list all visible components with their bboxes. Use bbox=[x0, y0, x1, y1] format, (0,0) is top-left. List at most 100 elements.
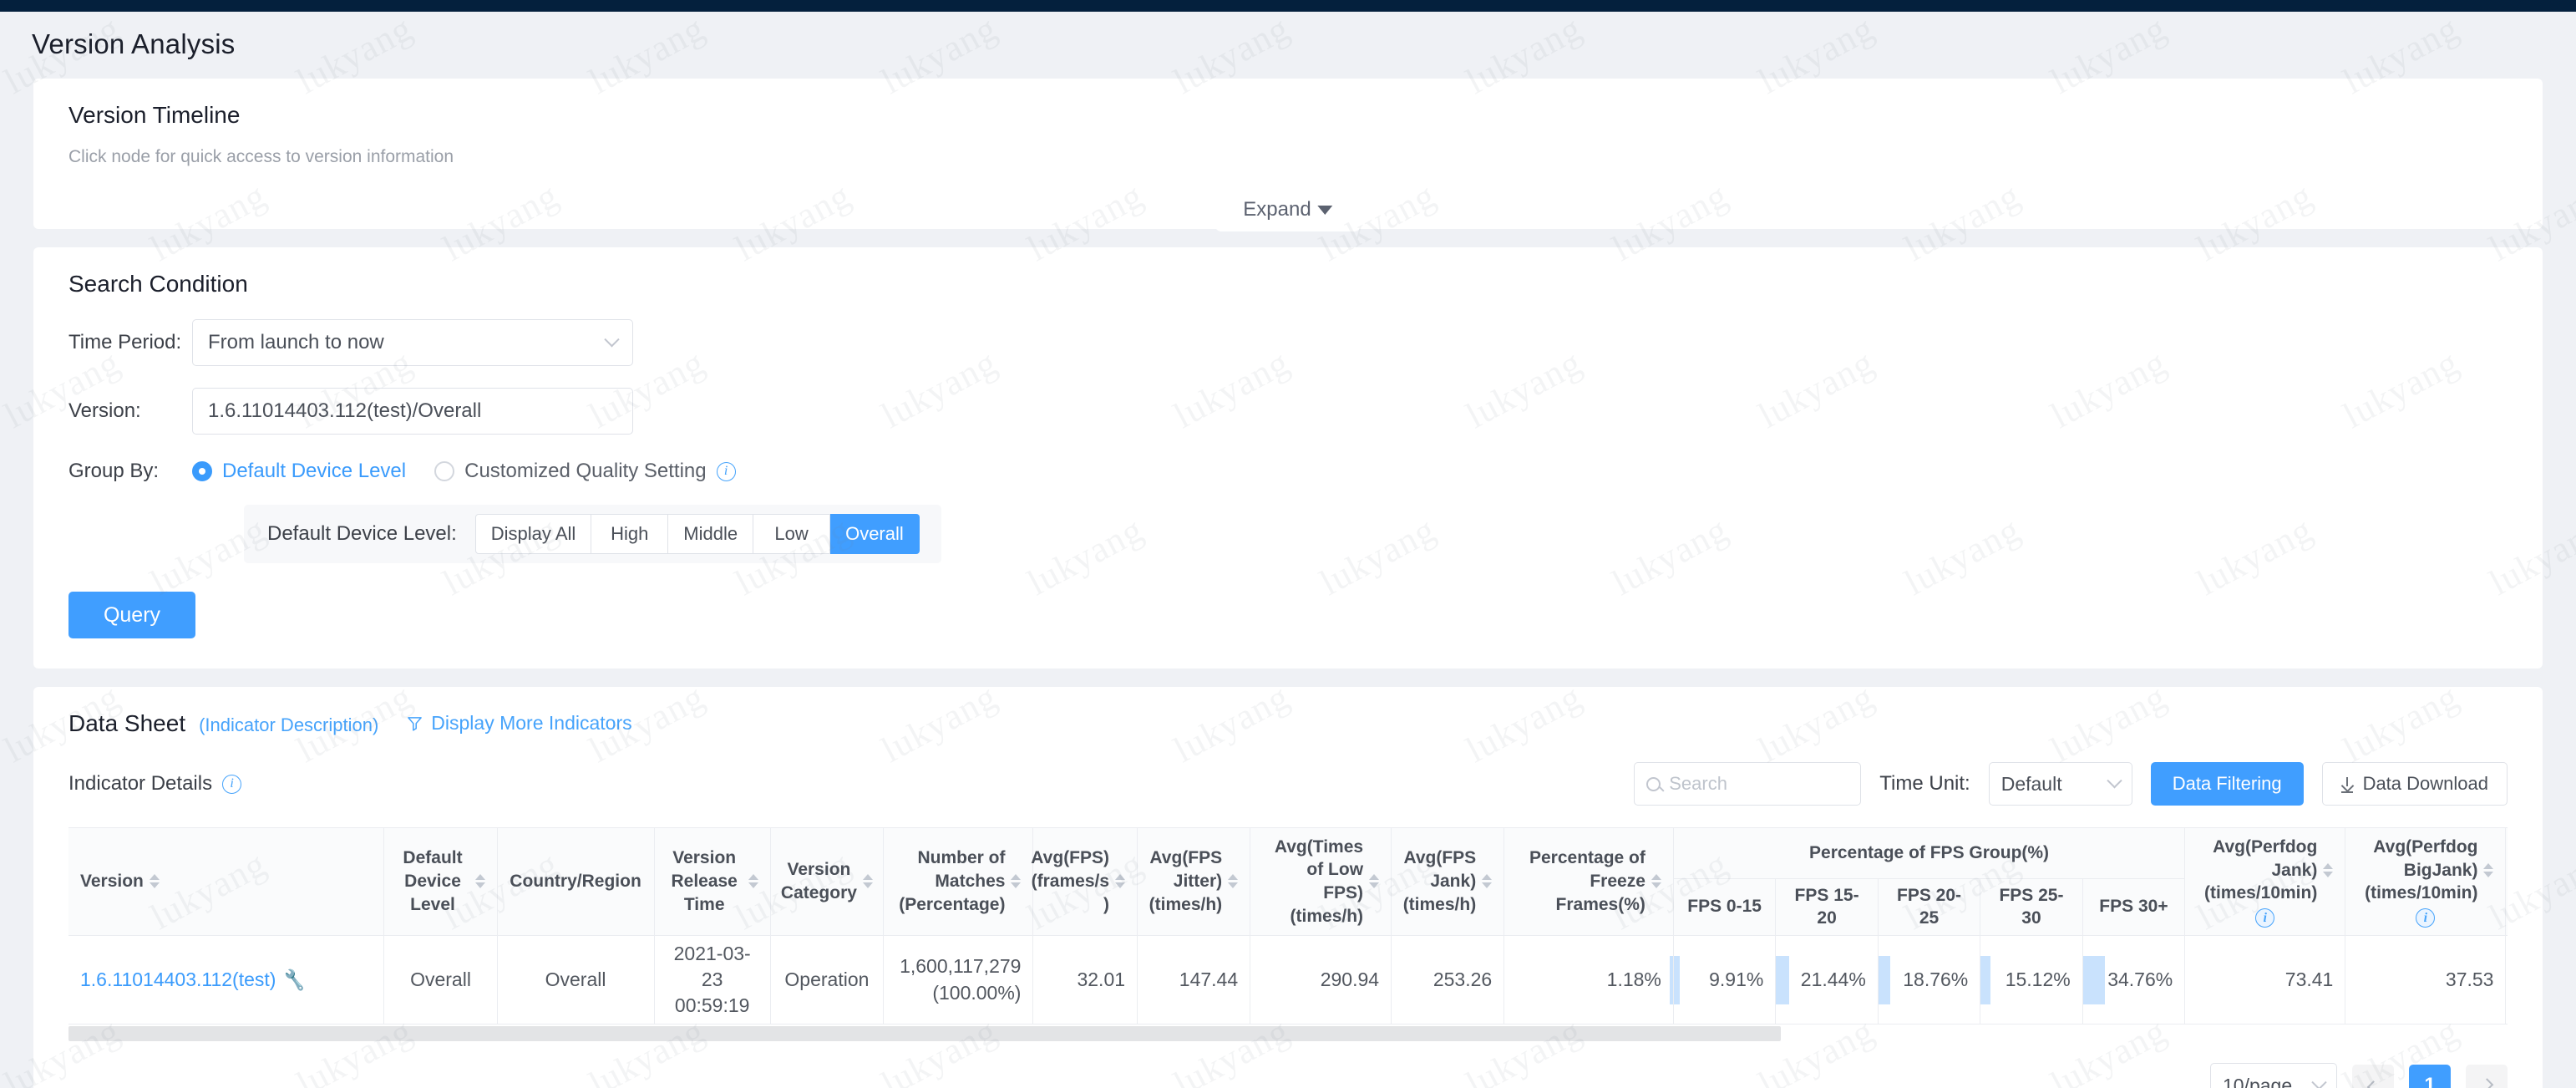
radio-customized-quality-setting[interactable]: Customized Quality Setting i bbox=[434, 460, 736, 483]
cell-freeze-frames: 1.18% bbox=[1504, 935, 1674, 1025]
column-header-version[interactable]: Version bbox=[68, 828, 385, 936]
time-period-select[interactable]: From launch to now bbox=[192, 319, 633, 366]
column-header-matches[interactable]: Number of Matches (Percentage) bbox=[883, 828, 1034, 936]
version-timeline-heading: Version Timeline bbox=[68, 102, 241, 128]
indicator-details-group: Indicator Details i bbox=[68, 772, 242, 796]
page-size-select[interactable]: 10/page bbox=[2210, 1063, 2337, 1088]
page-title: Version Analysis bbox=[32, 28, 236, 59]
info-circle-icon[interactable]: i bbox=[2416, 908, 2436, 928]
column-header-perfdog_bigjank[interactable]: Avg(Perfdog BigJank) (times/10min) i bbox=[2345, 828, 2507, 936]
cell-fps-group-4: 34.76% bbox=[2082, 935, 2186, 1025]
cell-fps-group-3: 15.12% bbox=[1980, 935, 2083, 1025]
cell-matches: 1,600,117,279 (100.00%) bbox=[883, 935, 1034, 1025]
value-bar bbox=[1878, 955, 1890, 1004]
radio-off-icon bbox=[434, 461, 455, 481]
funnel-icon bbox=[408, 717, 423, 731]
radio-on-icon bbox=[192, 461, 212, 481]
version-input[interactable]: 1.6.11014403.112(test)/Overall bbox=[192, 388, 633, 435]
data-filtering-button[interactable]: Data Filtering bbox=[2150, 762, 2304, 806]
search-condition-heading: Search Condition bbox=[68, 271, 248, 297]
sort-toggle-icon[interactable] bbox=[748, 874, 758, 889]
cell-version: 1.6.11014403.112(test) 🔧 bbox=[68, 935, 385, 1025]
column-header-release_time[interactable]: Version Release Time bbox=[654, 828, 771, 936]
sort-toggle-icon[interactable] bbox=[2483, 862, 2494, 877]
app-top-bar bbox=[0, 0, 2576, 12]
column-header-avg_fps[interactable]: Avg(FPS) (frames/s ) bbox=[1031, 828, 1138, 936]
search-box[interactable] bbox=[1634, 762, 1862, 806]
device-level-option-high[interactable]: High bbox=[591, 514, 669, 554]
group-by-label: Group By: bbox=[68, 460, 160, 482]
version-value: 1.6.11014403.112(test)/Overall bbox=[208, 399, 482, 422]
sort-toggle-icon[interactable] bbox=[1228, 874, 1239, 889]
sort-toggle-icon[interactable] bbox=[1369, 874, 1380, 889]
data-download-button[interactable]: Data Download bbox=[2321, 762, 2508, 806]
column-header-fps_jitter[interactable]: Avg(FPS Jitter) (times/h) bbox=[1137, 828, 1251, 936]
default-device-level-panel: Default Device Level: Display All High M… bbox=[244, 505, 941, 563]
info-circle-icon[interactable]: i bbox=[2255, 908, 2275, 928]
display-more-indicators-button[interactable]: Display More Indicators bbox=[407, 712, 632, 735]
prev-page-button[interactable] bbox=[2352, 1065, 2394, 1088]
column-header-fps_jank[interactable]: Avg(FPS Jank) (times/h) bbox=[1391, 828, 1505, 936]
column-header-label: FPS 0-15 bbox=[1687, 897, 1762, 917]
column-header-stutter: Stutter (%) bbox=[2505, 828, 2508, 936]
cell-low-fps: 290.94 bbox=[1250, 935, 1392, 1025]
time-unit-value: Default bbox=[2000, 772, 2062, 795]
sort-toggle-icon[interactable] bbox=[1011, 874, 1022, 889]
column-header-label: Avg(Perfdog BigJank) (times/10min) bbox=[2365, 836, 2478, 903]
sort-toggle-icon[interactable] bbox=[1482, 874, 1493, 889]
data-sheet-card: Data Sheet (Indicator Description) Displ… bbox=[33, 687, 2543, 1088]
column-header-device_level[interactable]: Default Device Level bbox=[383, 828, 498, 936]
query-button[interactable]: Query bbox=[68, 592, 195, 638]
group-by-row: Group By: Default Device Level Customize… bbox=[68, 460, 2508, 483]
sort-toggle-icon[interactable] bbox=[2323, 862, 2334, 877]
column-header-label: Number of Matches (Percentage) bbox=[899, 848, 1006, 914]
cell-value: 21.44% bbox=[1800, 968, 1866, 990]
device-level-option-display-all[interactable]: Display All bbox=[474, 514, 592, 554]
time-unit-select[interactable]: Default bbox=[1988, 762, 2132, 806]
time-period-value: From launch to now bbox=[208, 331, 384, 353]
search-input[interactable] bbox=[1669, 773, 1849, 795]
column-header-label: Default Device Level bbox=[403, 848, 463, 914]
radio-default-device-level[interactable]: Default Device Level bbox=[192, 460, 406, 483]
indicator-description-link[interactable]: (Indicator Description) bbox=[199, 714, 378, 736]
column-header-label: Avg(FPS) (frames/s ) bbox=[1031, 848, 1110, 914]
version-label: Version: bbox=[68, 399, 141, 422]
sort-toggle-icon[interactable] bbox=[862, 874, 873, 889]
column-header-label: Version Release Time bbox=[671, 848, 738, 914]
column-header-low_fps[interactable]: Avg(Times of Low FPS) (times/h) bbox=[1250, 828, 1392, 936]
sort-toggle-icon[interactable] bbox=[1115, 874, 1126, 889]
info-circle-icon[interactable]: i bbox=[222, 774, 242, 794]
cell-fps-jitter: 147.44 bbox=[1137, 935, 1251, 1025]
data-table-scroll-region[interactable]: Version Default Device Level Country/Regio… bbox=[68, 827, 2508, 1025]
display-more-indicators-label: Display More Indicators bbox=[431, 712, 632, 734]
column-header-freeze[interactable]: Percentage of Freeze Frames(%) bbox=[1504, 828, 1674, 936]
expand-timeline-button[interactable]: Expand bbox=[1214, 191, 1362, 231]
cell-perfdog-bigjank: 37.53 bbox=[2345, 935, 2507, 1025]
column-header-fps-group-1: FPS 15-20 bbox=[1775, 878, 1879, 936]
version-timeline-subtitle: Click node for quick access to version i… bbox=[68, 147, 454, 166]
column-header-label: Avg(Times of Low FPS) (times/h) bbox=[1274, 836, 1364, 926]
device-level-option-overall[interactable]: Overall bbox=[830, 514, 920, 554]
info-circle-icon[interactable]: i bbox=[716, 461, 736, 481]
sort-toggle-icon[interactable] bbox=[149, 874, 160, 889]
device-level-option-low[interactable]: Low bbox=[753, 514, 831, 554]
wrench-icon[interactable]: 🔧 bbox=[282, 966, 308, 994]
cell-value: 34.76% bbox=[2107, 968, 2173, 990]
horizontal-scrollbar-track[interactable] bbox=[68, 1024, 2508, 1044]
version-link[interactable]: 1.6.11014403.112(test) 🔧 bbox=[80, 967, 307, 993]
device-level-option-middle[interactable]: Middle bbox=[668, 514, 754, 554]
cell-perfdog-jank: 73.41 bbox=[2184, 935, 2346, 1025]
value-bar bbox=[1980, 955, 1990, 1004]
column-header-perfdog_jank[interactable]: Avg(Perfdog Jank) (times/10min) i bbox=[2184, 828, 2346, 936]
next-page-button[interactable] bbox=[2466, 1065, 2508, 1088]
column-header-category[interactable]: Version Category bbox=[770, 828, 884, 936]
cell-value: 18.76% bbox=[1903, 968, 1969, 990]
expand-label: Expand bbox=[1243, 198, 1311, 221]
value-bar bbox=[2082, 955, 2105, 1004]
page-number-1-button[interactable]: 1 bbox=[2409, 1065, 2451, 1088]
sort-toggle-icon[interactable] bbox=[1651, 874, 1661, 889]
cell-release-time: 2021-03-23 00:59:19 bbox=[654, 935, 771, 1025]
horizontal-scrollbar-thumb[interactable] bbox=[68, 1026, 1781, 1042]
sort-toggle-icon[interactable] bbox=[474, 874, 485, 889]
search-condition-card: Search Condition Time Period: From launc… bbox=[33, 247, 2543, 669]
